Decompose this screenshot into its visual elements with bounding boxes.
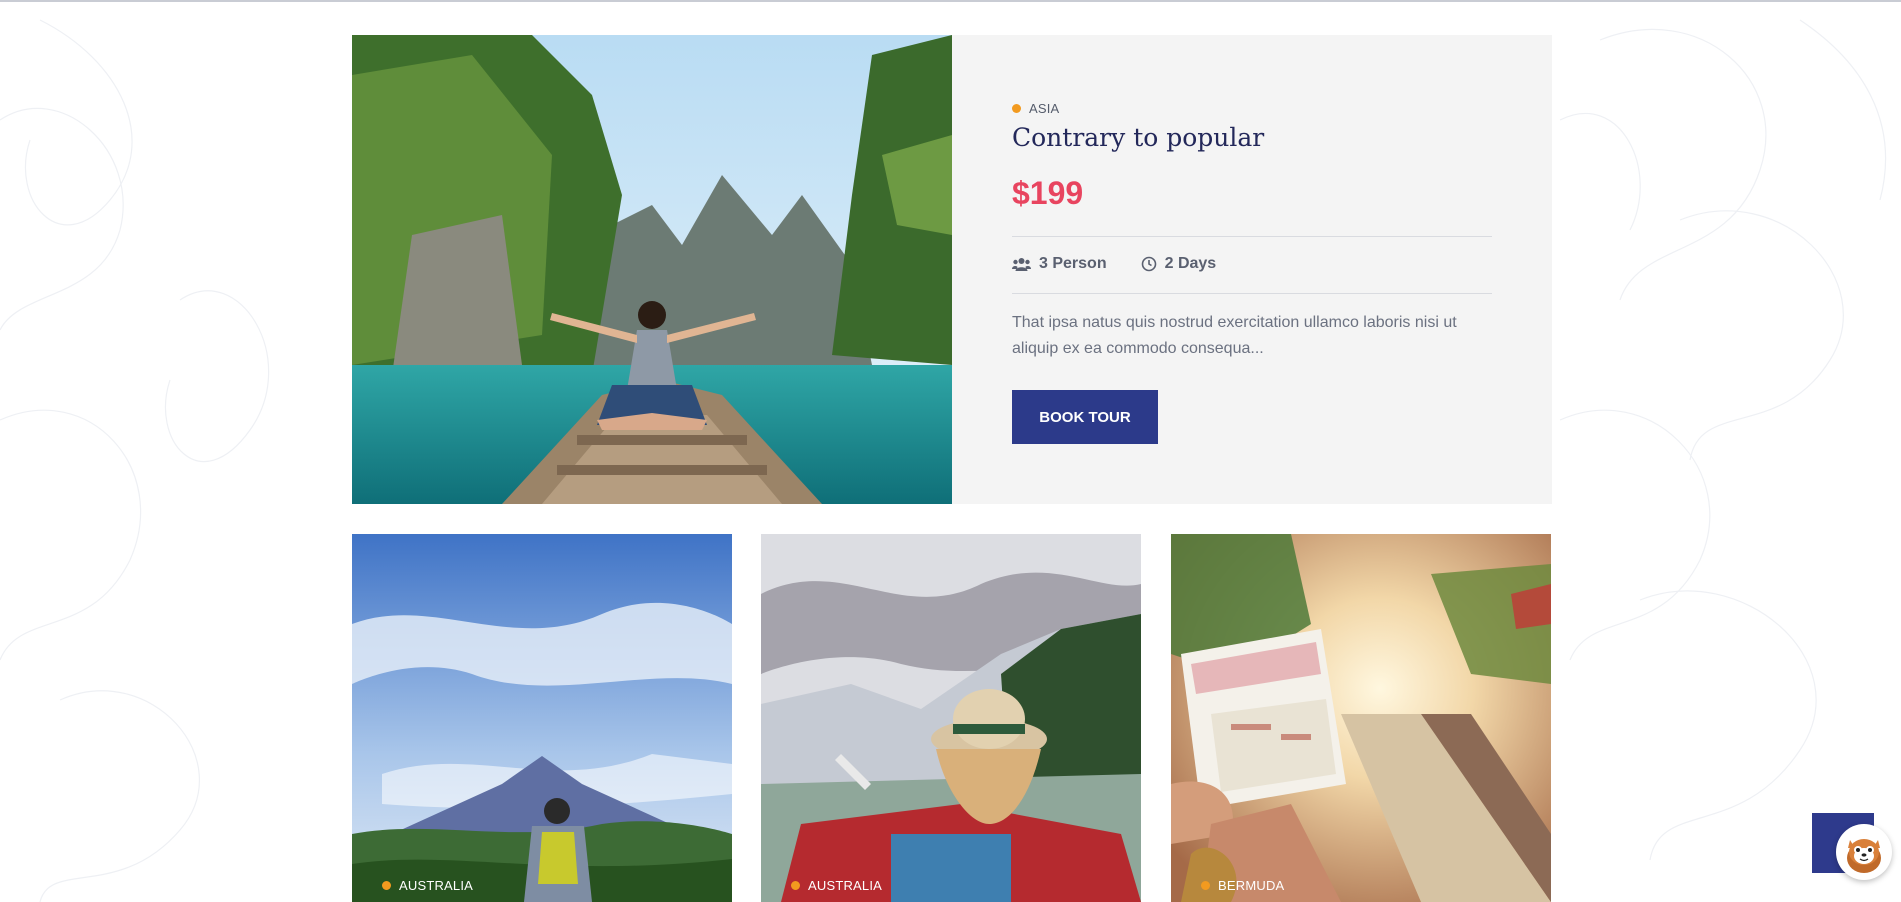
- region-dot: [1012, 104, 1021, 113]
- persons-info: 3 Person: [1012, 255, 1107, 273]
- book-tour-button[interactable]: BOOK TOUR: [1012, 390, 1158, 444]
- mascot-chat-icon[interactable]: [1836, 824, 1892, 880]
- tour-card[interactable]: BERMUDA: [1171, 534, 1551, 902]
- card-region-label: BERMUDA: [1218, 878, 1285, 893]
- tour-card[interactable]: AUSTRALIA: [761, 534, 1141, 902]
- clock-icon: [1141, 256, 1156, 272]
- days-info: 2 Days: [1141, 255, 1217, 273]
- card-region-tag[interactable]: AUSTRALIA: [382, 878, 473, 893]
- region-dot: [382, 881, 391, 890]
- tour-meta: 3 Person 2 Days: [1012, 255, 1250, 273]
- featured-tour-description: That ipsa natus quis nostrud exercitatio…: [1012, 314, 1457, 357]
- tour-card-image: [1171, 534, 1551, 902]
- tour-card-image: [761, 534, 1141, 902]
- region-dot: [1201, 881, 1210, 890]
- featured-tour-price: $199: [1012, 175, 1084, 211]
- featured-region-tag[interactable]: ASIA: [1012, 101, 1059, 116]
- divider-top: [1012, 236, 1492, 237]
- card-region-label: AUSTRALIA: [399, 878, 474, 893]
- divider-bottom: [1012, 293, 1492, 294]
- featured-region-label: ASIA: [1029, 101, 1060, 116]
- card-region-label: AUSTRALIA: [808, 878, 883, 893]
- tour-card[interactable]: AUSTRALIA: [352, 534, 732, 902]
- card-region-tag[interactable]: BERMUDA: [1201, 878, 1284, 893]
- persons-label: 3 Person: [1039, 255, 1107, 272]
- users-icon: [1012, 257, 1031, 271]
- featured-tour-card: ASIA Contrary to popular $199 3 Person 2…: [352, 35, 1552, 504]
- tour-card-image: [352, 534, 732, 902]
- days-label: 2 Days: [1164, 255, 1217, 272]
- region-dot: [791, 881, 800, 890]
- card-region-tag[interactable]: AUSTRALIA: [791, 878, 882, 893]
- featured-tour-details: ASIA Contrary to popular $199 3 Person 2…: [1012, 35, 1492, 504]
- featured-tour-image[interactable]: [352, 35, 952, 504]
- featured-tour-title[interactable]: Contrary to popular: [1012, 123, 1264, 152]
